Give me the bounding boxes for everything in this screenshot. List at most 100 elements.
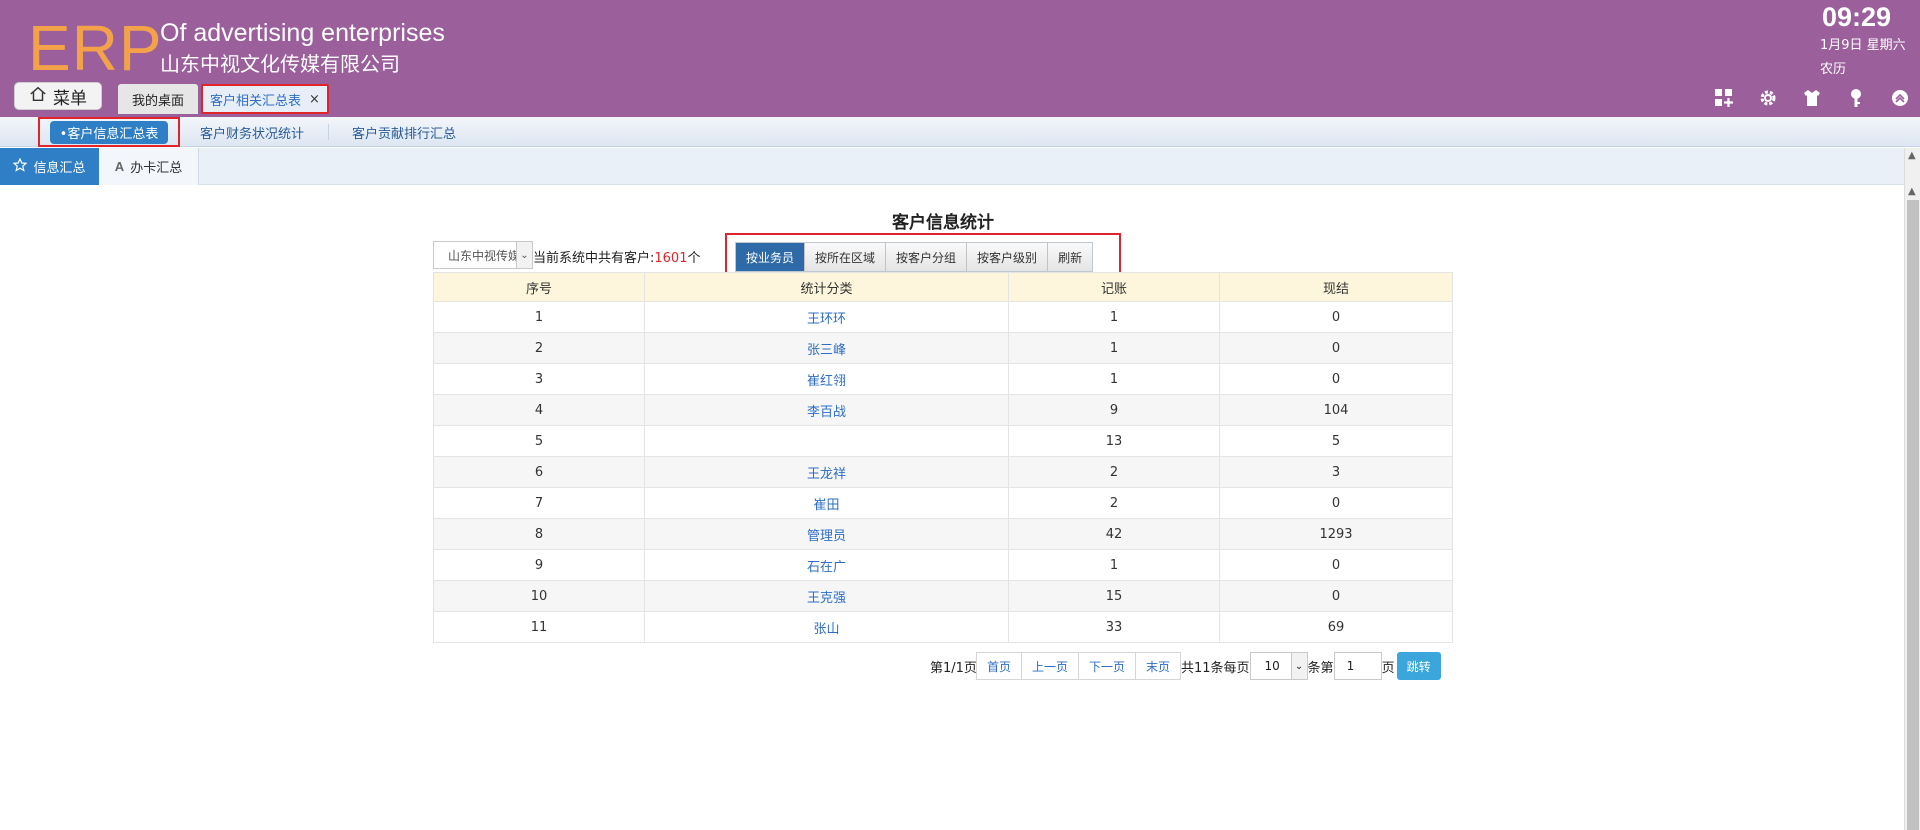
pagination: 第1/1页 首页 上一页 下一页 末页 共11条每页 10 ⌄ 条第 1 页 跳… [930, 651, 1441, 681]
row-index: 11 [433, 611, 645, 643]
tab-my-desktop[interactable]: 我的桌面 [118, 84, 198, 114]
menu-label: 菜单 [53, 88, 87, 109]
cash-count: 0 [1219, 332, 1453, 364]
category-link[interactable]: 王克强 [644, 580, 1009, 612]
letter-a-icon: A [114, 159, 125, 174]
subnav-label: 客户贡献排行汇总 [352, 126, 457, 142]
row-index: 4 [433, 394, 645, 426]
credit-count: 1 [1008, 332, 1220, 364]
column-header: 现结 [1219, 272, 1453, 302]
column-header: 记账 [1008, 272, 1220, 302]
department-select[interactable]: 山东中视传媒 ⌄ [433, 241, 533, 269]
row-index: 10 [433, 580, 645, 612]
table-row: 8 管理员 42 1293 [433, 518, 1453, 550]
vertical-scrollbar[interactable]: ▲ ▲ [1904, 148, 1920, 830]
tab-label: 客户相关汇总表 [210, 93, 302, 109]
subnav-customer-finance[interactable]: 客户财务状况统计 [200, 117, 304, 147]
by-salesperson-button[interactable]: 按业务员 [736, 243, 806, 271]
category-link[interactable]: 管理员 [644, 518, 1009, 550]
page-number-input[interactable]: 1 [1333, 652, 1382, 680]
cash-count: 0 [1219, 301, 1453, 333]
row-index: 7 [433, 487, 645, 519]
category-link[interactable]: 崔红翎 [644, 363, 1009, 395]
scroll-up-icon[interactable]: ▲ [1908, 150, 1916, 161]
chevron-down-icon[interactable]: ⌄ [516, 242, 532, 268]
credit-count: 42 [1008, 518, 1220, 550]
category-link[interactable]: 崔田 [644, 487, 1009, 519]
section-tabs: 信息汇总 A 办卡汇总 [0, 148, 1904, 185]
credit-count: 15 [1008, 580, 1220, 612]
per-page-suffix: 条第 [1307, 660, 1334, 676]
by-customer-level-button[interactable]: 按客户级别 [967, 243, 1049, 271]
cash-count: 0 [1219, 549, 1453, 581]
scroll-up-icon[interactable]: ▲ [1908, 186, 1916, 197]
first-page-button[interactable]: 首页 [975, 652, 1022, 680]
tab-info-summary[interactable]: 信息汇总 [0, 148, 99, 185]
row-index: 5 [433, 425, 645, 457]
category-link[interactable]: 张山 [644, 611, 1009, 643]
tab-label: 信息汇总 [33, 161, 86, 176]
divider [328, 124, 329, 140]
credit-count: 13 [1008, 425, 1220, 457]
category-link[interactable]: 李百战 [644, 394, 1009, 426]
company-name: 山东中视文化传媒有限公司 [160, 52, 400, 76]
last-page-button[interactable]: 末页 [1134, 652, 1181, 680]
by-customer-group-button[interactable]: 按客户分组 [886, 243, 968, 271]
clock-time: 09:29 [1822, 2, 1892, 32]
header-toolbar [1712, 86, 1912, 110]
by-region-button[interactable]: 按所在区域 [805, 243, 887, 271]
table-row: 7 崔田 2 0 [433, 487, 1453, 519]
cash-count: 0 [1219, 487, 1453, 519]
select-value: 山东中视传媒 [448, 248, 518, 263]
credit-count: 2 [1008, 487, 1220, 519]
count-value: 1601 [654, 251, 688, 266]
key-icon[interactable] [1844, 86, 1868, 110]
cash-count: 1293 [1219, 518, 1453, 550]
shirt-icon[interactable] [1800, 86, 1824, 110]
cash-count: 69 [1219, 611, 1453, 643]
scroll-thumb[interactable] [1907, 200, 1919, 830]
tab-customer-summary[interactable]: 客户相关汇总表 × [201, 84, 329, 114]
gear-icon[interactable] [1756, 86, 1780, 110]
grid-add-icon[interactable] [1712, 86, 1736, 110]
per-page-select[interactable]: 10 ⌄ [1249, 652, 1308, 680]
page-info: 第1/1页 [930, 660, 977, 676]
tab-card-summary[interactable]: A 办卡汇总 [99, 148, 199, 185]
collapse-up-icon[interactable] [1888, 86, 1912, 110]
category-link[interactable]: 石在广 [644, 549, 1009, 581]
table-row: 11 张山 33 69 [433, 611, 1453, 643]
star-icon [13, 157, 28, 176]
column-header: 统计分类 [644, 272, 1009, 302]
cash-count: 104 [1219, 394, 1453, 426]
chevron-down-icon[interactable]: ⌄ [1290, 653, 1307, 679]
subnav-label: •客户信息汇总表 [49, 120, 169, 144]
sub-navigation: •客户信息汇总表 客户财务状况统计 客户贡献排行汇总 [0, 117, 1920, 147]
subnav-customer-ranking[interactable]: 客户贡献排行汇总 [352, 117, 456, 147]
app-header: ERP Of advertising enterprises 山东中视文化传媒有… [0, 0, 1920, 117]
column-header: 序号 [433, 272, 645, 302]
close-icon[interactable]: × [309, 92, 320, 107]
filter-toolbar: 山东中视传媒 ⌄ 当前系统中共有客户:1601个 按业务员 按所在区域 按客户分… [433, 233, 1453, 281]
credit-count: 1 [1008, 301, 1220, 333]
go-button[interactable]: 跳转 [1396, 652, 1441, 680]
home-icon [29, 85, 47, 108]
category-link[interactable]: 张三峰 [644, 332, 1009, 364]
cash-count: 0 [1219, 363, 1453, 395]
table-row: 3 崔红翎 1 0 [433, 363, 1453, 395]
refresh-button[interactable]: 刷新 [1048, 243, 1093, 271]
category-link[interactable] [644, 425, 1009, 457]
prev-page-button[interactable]: 上一页 [1020, 652, 1079, 680]
table-row: 4 李百战 9 104 [433, 394, 1453, 426]
menu-button[interactable]: 菜单 [14, 82, 102, 110]
category-link[interactable]: 王环环 [644, 301, 1009, 333]
count-suffix: 个 [687, 251, 701, 266]
stats-table: 序号 统计分类 记账 现结 1 王环环 1 0 2 张三峰 1 0 3 崔红翎 1 0 4 李百战 9 104… [433, 272, 1453, 643]
credit-count: 1 [1008, 363, 1220, 395]
credit-count: 33 [1008, 611, 1220, 643]
next-page-button[interactable]: 下一页 [1077, 652, 1136, 680]
tab-label: 我的桌面 [131, 93, 184, 109]
category-link[interactable]: 王龙祥 [644, 456, 1009, 488]
row-index: 2 [433, 332, 645, 364]
subnav-customer-info[interactable]: •客户信息汇总表 [38, 117, 180, 147]
credit-count: 2 [1008, 456, 1220, 488]
